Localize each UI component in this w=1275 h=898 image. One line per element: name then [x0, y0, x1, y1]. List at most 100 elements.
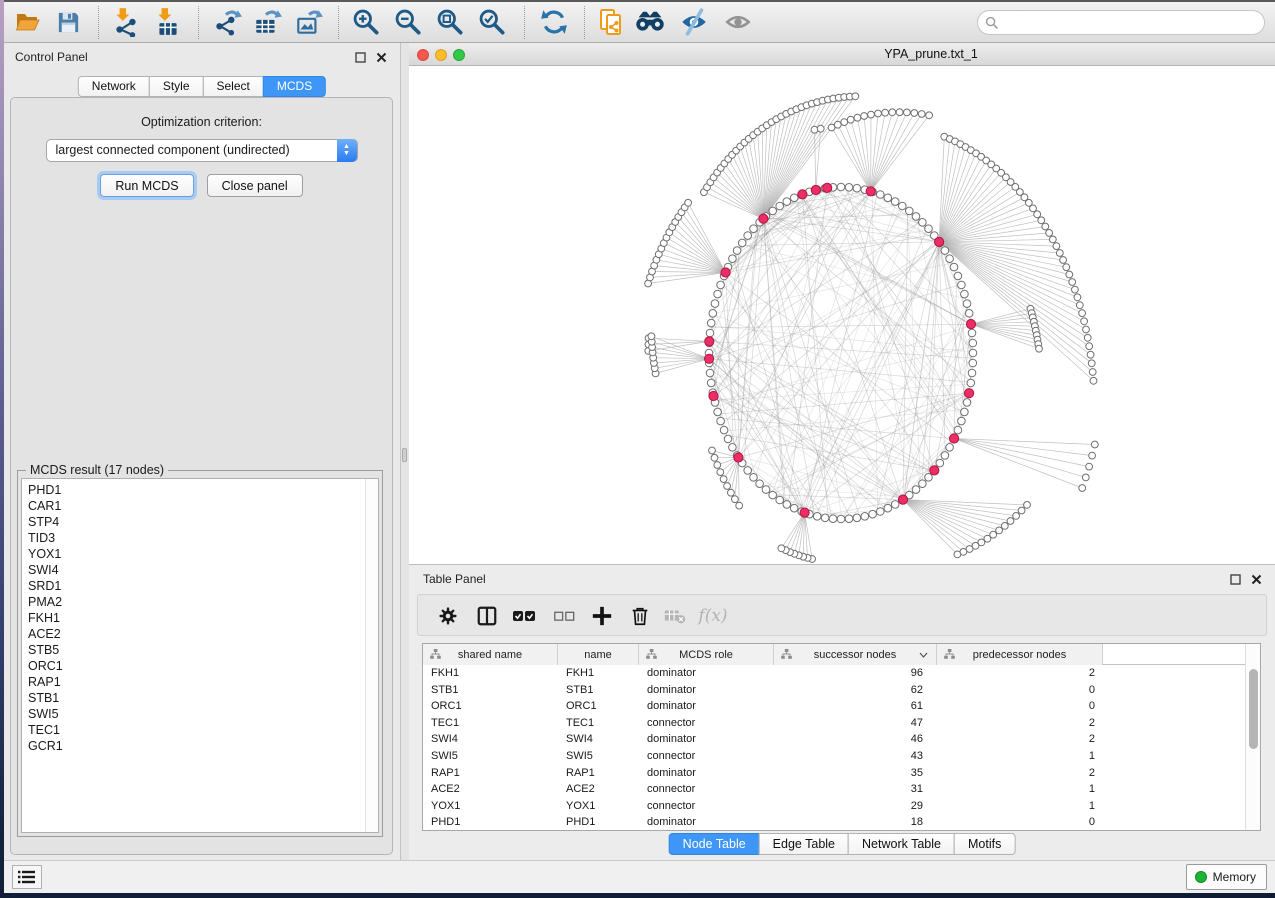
network-node[interactable] [884, 504, 892, 512]
table-cell[interactable]: 1 [937, 748, 1103, 765]
network-node[interactable] [1018, 507, 1025, 514]
tab-motifs[interactable]: Motifs [954, 833, 1015, 855]
network-node[interactable] [853, 184, 861, 192]
network-node[interactable] [834, 121, 841, 128]
table-cell[interactable]: ORC1 [558, 698, 639, 715]
mcds-result-item[interactable]: STB1 [22, 690, 364, 706]
network-node[interactable] [853, 514, 861, 522]
network-node[interactable] [685, 199, 692, 206]
mcds-node[interactable] [935, 237, 944, 246]
network-node[interactable] [912, 213, 920, 221]
table-cell[interactable]: 2 [937, 665, 1103, 682]
table-cell[interactable]: dominator [639, 814, 774, 831]
mcds-node[interactable] [709, 391, 718, 400]
network-node[interactable] [925, 474, 933, 482]
mcds-node[interactable] [721, 268, 730, 277]
table-cell[interactable]: TEC1 [558, 715, 639, 732]
table-row[interactable]: RAP1RAP1dominator352 [423, 765, 1260, 782]
table-cell[interactable]: YOX1 [558, 798, 639, 815]
zoom-out-icon[interactable] [392, 6, 424, 38]
network-node[interactable] [877, 191, 885, 199]
network-node[interactable] [1089, 369, 1096, 376]
network-node[interactable] [877, 508, 885, 516]
network-node[interactable] [919, 480, 927, 488]
import-table-icon[interactable] [152, 6, 184, 38]
search-network-icon[interactable] [634, 6, 666, 38]
network-window-titlebar[interactable]: YPA_prune.txt_1 [409, 43, 1275, 66]
network-canvas[interactable] [409, 66, 1275, 564]
network-node[interactable] [1084, 334, 1091, 341]
network-node[interactable] [1079, 485, 1086, 492]
table-cell[interactable]: 62 [774, 682, 937, 699]
network-node[interactable] [904, 109, 911, 116]
zoom-selected-icon[interactable] [476, 6, 508, 38]
network-node[interactable] [946, 444, 954, 452]
show-hide-icon[interactable] [678, 6, 710, 38]
network-node[interactable] [950, 263, 958, 271]
zoom-in-icon[interactable] [350, 6, 382, 38]
tab-mcds[interactable]: MCDS [263, 76, 326, 97]
network-node[interactable] [776, 496, 784, 504]
open-file-icon[interactable] [12, 6, 44, 38]
network-node[interactable] [918, 111, 925, 118]
network-node[interactable] [1088, 360, 1095, 367]
mcds-result-item[interactable]: TEC1 [22, 722, 364, 738]
table-cell[interactable]: 96 [774, 665, 937, 682]
table-cell[interactable]: STB1 [558, 682, 639, 699]
network-node[interactable] [717, 281, 725, 289]
table-cell[interactable]: connector [639, 798, 774, 815]
network-node[interactable] [756, 480, 764, 488]
table-cell[interactable]: PHD1 [558, 814, 639, 831]
network-node[interactable] [714, 408, 722, 416]
network-node[interactable] [707, 379, 715, 387]
run-mcds-button[interactable]: Run MCDS [100, 174, 193, 197]
mcds-result-item[interactable]: GCR1 [22, 738, 364, 754]
table-scrollbar[interactable] [1245, 644, 1260, 830]
mcds-result-item[interactable]: YOX1 [22, 546, 364, 562]
network-node[interactable] [869, 510, 877, 518]
table-row[interactable]: ACE2ACE2connector311 [423, 781, 1260, 798]
mcds-node[interactable] [800, 508, 809, 517]
network-node[interactable] [1030, 205, 1037, 212]
network-graph[interactable] [409, 66, 1275, 564]
network-node[interactable] [1086, 463, 1093, 470]
network-node[interactable] [1087, 351, 1094, 358]
mcds-result-item[interactable]: STP4 [22, 514, 364, 530]
network-node[interactable] [706, 329, 714, 337]
show-columns-icon[interactable] [473, 602, 501, 630]
network-search-box[interactable] [977, 10, 1265, 35]
network-node[interactable] [720, 476, 727, 483]
network-node[interactable] [1049, 236, 1056, 243]
network-node[interactable] [1072, 286, 1079, 293]
mcds-result-item[interactable]: SWI4 [22, 562, 364, 578]
network-node[interactable] [969, 359, 977, 367]
network-node[interactable] [750, 474, 758, 482]
tab-node-table[interactable]: Node Table [669, 833, 760, 855]
network-node[interactable] [845, 184, 853, 192]
close-panel-button[interactable]: Close panel [207, 174, 303, 197]
table-row[interactable]: FKH1FKH1dominator962 [423, 665, 1260, 682]
table-cell[interactable]: 46 [774, 731, 937, 748]
network-node[interactable] [1060, 257, 1067, 264]
table-cell[interactable]: 2 [937, 715, 1103, 732]
table-scrollbar-thumb[interactable] [1249, 669, 1258, 749]
tab-style[interactable]: Style [149, 76, 204, 97]
table-cell[interactable]: ACE2 [423, 781, 558, 798]
mcds-result-item[interactable]: FKH1 [22, 610, 364, 626]
table-cell[interactable]: STB1 [423, 682, 558, 699]
network-node[interactable] [1024, 502, 1031, 509]
task-history-button[interactable] [12, 865, 42, 889]
network-node[interactable] [821, 514, 829, 522]
mcds-result-item[interactable]: TID3 [22, 530, 364, 546]
network-node[interactable] [912, 486, 920, 494]
table-row[interactable]: SWI5SWI5connector431 [423, 748, 1260, 765]
network-node[interactable] [717, 469, 724, 476]
network-node[interactable] [1034, 211, 1041, 218]
network-node[interactable] [1053, 243, 1060, 250]
mcds-node[interactable] [798, 190, 807, 199]
table-cell[interactable]: 18 [774, 814, 937, 831]
refresh-layout-icon[interactable] [538, 6, 570, 38]
table-cell[interactable]: connector [639, 781, 774, 798]
network-node[interactable] [969, 339, 977, 347]
network-node[interactable] [1001, 523, 1008, 530]
